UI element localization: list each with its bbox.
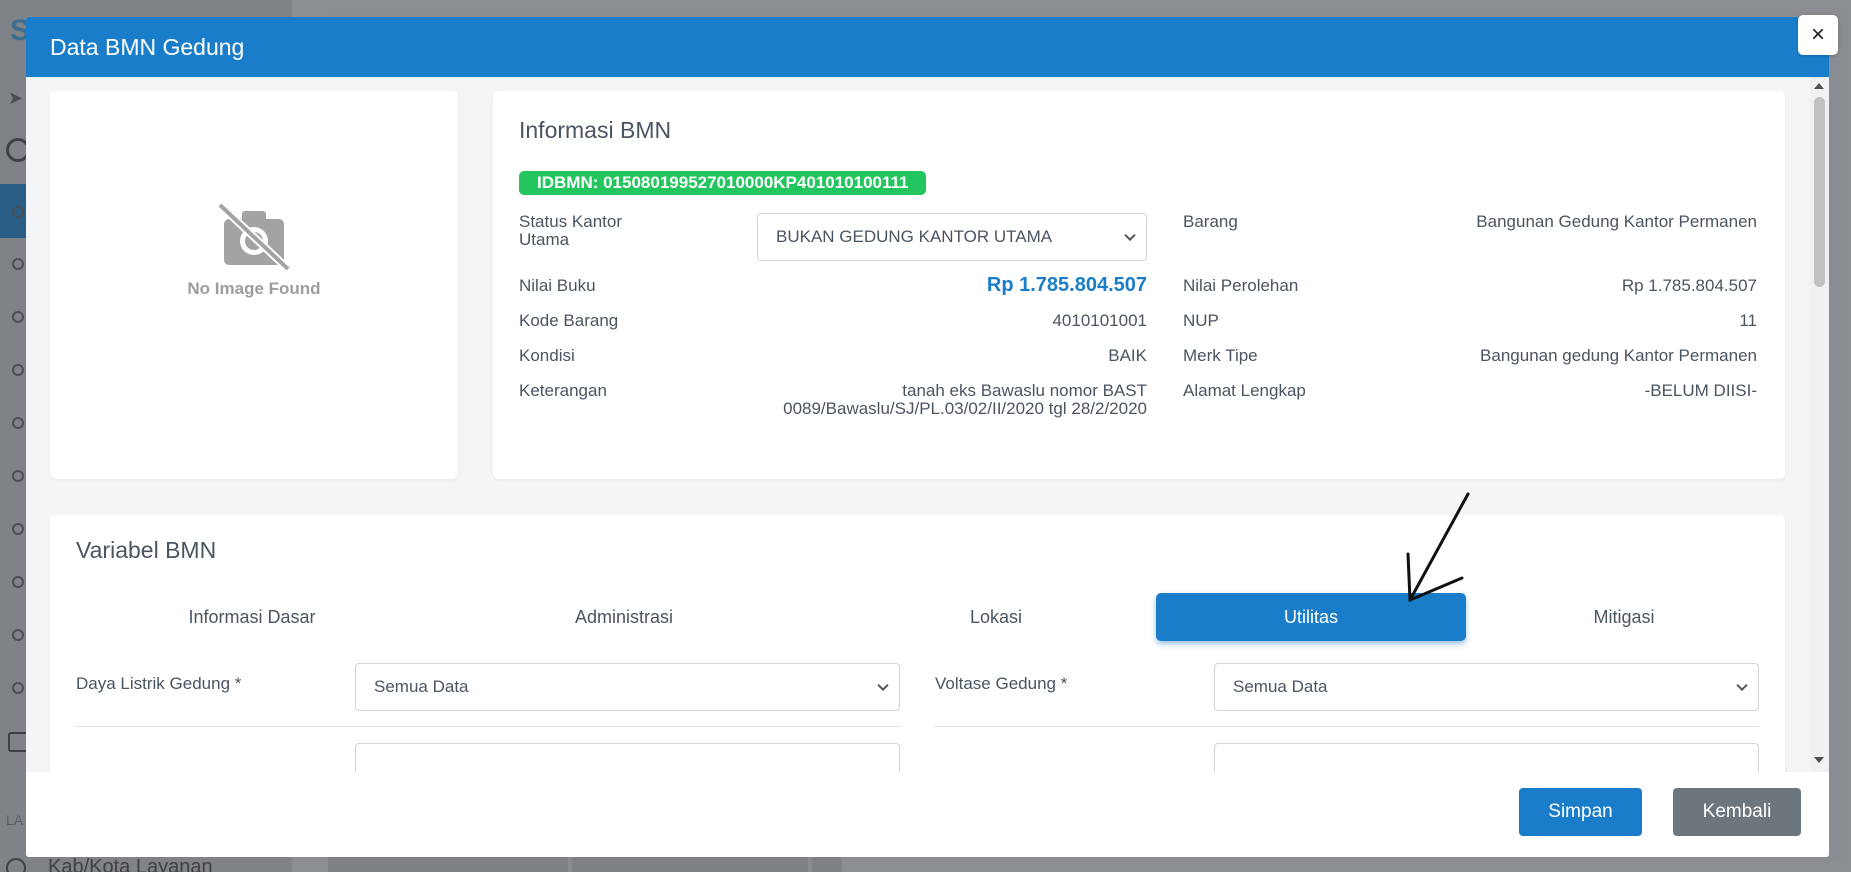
sidebar-dot-icon <box>12 682 24 694</box>
alamat-lengkap-label: Alamat Lengkap <box>1183 381 1306 400</box>
barang-value: Bangunan Gedung Kantor Permanen <box>1476 212 1757 231</box>
daya-listrik-value: Semua Data <box>374 677 469 696</box>
scroll-down-arrow-icon[interactable] <box>1814 757 1824 763</box>
sidebar-section-label: LA <box>6 812 24 828</box>
variabel-bmn-card: Variabel BMN Informasi Dasar Administras… <box>50 515 1785 772</box>
nilai-buku-label: Nilai Buku <box>519 276 596 295</box>
idbmn-badge: IDBMN: 015080199527010000KP401010100111 <box>519 171 927 195</box>
modal-header: Data BMN Gedung <box>26 17 1829 77</box>
modal-body[interactable]: No Image Found Informasi BMN IDBMN: 0150… <box>26 77 1810 772</box>
sidebar-dot-icon <box>12 576 24 588</box>
nilai-buku-value: Rp 1.785.804.507 <box>986 274 1147 296</box>
nup-label: NUP <box>1183 311 1219 330</box>
kondisi-label: Kondisi <box>519 346 575 365</box>
sidebar-dot-icon <box>12 206 24 218</box>
status-kantor-label: Status Kantor Utama <box>519 212 623 249</box>
keterangan-value: tanah eks Bawaslu nomor BAST 0089/Bawasl… <box>783 381 1147 418</box>
daya-listrik-label: Daya Listrik Gedung * <box>76 674 242 693</box>
sidebar-dot-icon <box>12 629 24 641</box>
daya-listrik-select[interactable]: Semua Data <box>355 663 900 711</box>
modal-footer: Simpan Kembali <box>26 772 1829 857</box>
chevron-down-icon <box>1736 679 1748 692</box>
image-panel: No Image Found <box>50 91 458 479</box>
informasi-bmn-title: Informasi BMN <box>519 117 672 143</box>
alamat-lengkap-value: -BELUM DIISI- <box>1644 381 1757 400</box>
scroll-up-arrow-icon[interactable] <box>1814 83 1824 89</box>
no-image-camera-icon <box>214 201 294 273</box>
sidebar-dot-icon <box>12 417 24 429</box>
no-image-placeholder: No Image Found <box>50 201 458 299</box>
kode-barang-label: Kode Barang <box>519 311 619 330</box>
status-kantor-value: BUKAN GEDUNG KANTOR UTAMA <box>776 227 1053 246</box>
tab-mitigasi[interactable]: Mitigasi <box>1470 593 1778 641</box>
voltase-select[interactable]: Semua Data <box>1214 663 1759 711</box>
tab-utilitas[interactable]: Utilitas <box>1156 593 1466 641</box>
nilai-perolehan-value: Rp 1.785.804.507 <box>1621 276 1757 295</box>
tab-informasi-dasar[interactable]: Informasi Dasar <box>98 593 406 641</box>
no-image-text: No Image Found <box>187 279 321 298</box>
nup-value: 11 <box>1739 311 1757 330</box>
field-divider <box>76 726 900 727</box>
next-field-select[interactable] <box>355 743 900 772</box>
chevron-down-icon <box>877 679 889 692</box>
modal-title: Data BMN Gedung <box>50 34 245 60</box>
sidebar-dot-icon <box>12 523 24 535</box>
next-field-select[interactable] <box>1214 743 1759 772</box>
send-icon: ➤ <box>8 88 24 108</box>
voltase-value: Semua Data <box>1233 677 1328 696</box>
informasi-bmn-card: Informasi BMN IDBMN: 015080199527010000K… <box>493 91 1785 479</box>
modal-scrollbar[interactable] <box>1810 77 1829 772</box>
tab-administrasi[interactable]: Administrasi <box>470 593 778 641</box>
sidebar-item-kab-kota: Kab/Kota Layanan <box>48 856 213 872</box>
sidebar-dot-icon <box>12 258 24 270</box>
save-button[interactable]: Simpan <box>1519 788 1642 836</box>
status-kantor-select[interactable]: BUKAN GEDUNG KANTOR UTAMA <box>757 213 1147 261</box>
sidebar-dot-icon <box>12 470 24 482</box>
merk-tipe-label: Merk Tipe <box>1183 346 1258 365</box>
voltase-label: Voltase Gedung * <box>935 674 1068 693</box>
keterangan-label: Keterangan <box>519 381 607 400</box>
tab-lokasi[interactable]: Lokasi <box>842 593 1150 641</box>
kode-barang-value: 4010101001 <box>1052 311 1147 330</box>
merk-tipe-value: Bangunan gedung Kantor Permanen <box>1480 346 1757 365</box>
scroll-thumb[interactable] <box>1814 97 1825 287</box>
location-icon <box>6 858 26 872</box>
sidebar-dot-icon <box>12 311 24 323</box>
barang-label: Barang <box>1183 212 1238 231</box>
chevron-down-icon <box>1124 229 1136 242</box>
back-button[interactable]: Kembali <box>1673 788 1801 836</box>
sidebar-dot-icon <box>12 364 24 376</box>
variabel-bmn-title: Variabel BMN <box>76 537 217 563</box>
bmn-modal: Data BMN Gedung No Image Found Informasi… <box>26 17 1829 857</box>
kondisi-value: BAIK <box>1108 346 1147 365</box>
field-divider <box>935 726 1759 727</box>
close-button[interactable]: × <box>1798 15 1838 55</box>
nilai-perolehan-label: Nilai Perolehan <box>1183 276 1299 295</box>
